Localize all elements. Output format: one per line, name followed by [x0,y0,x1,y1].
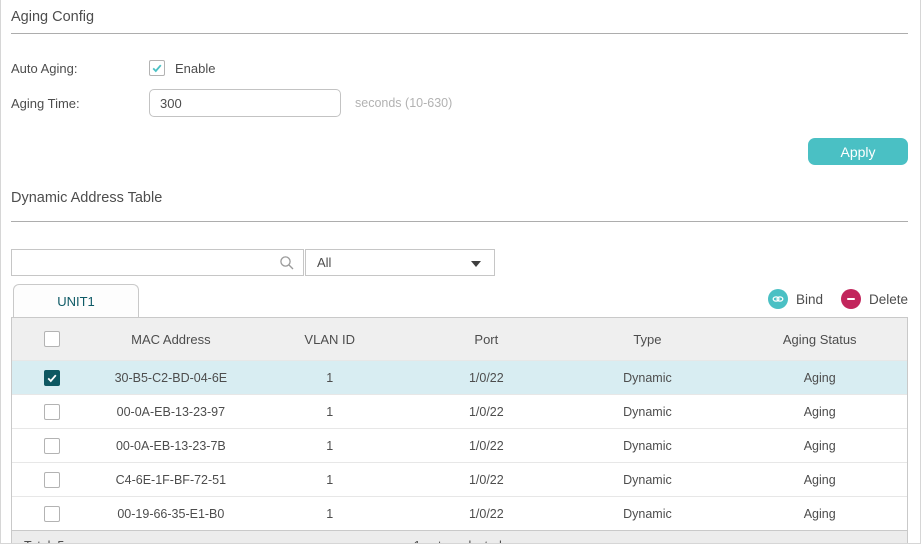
table-header-row: MAC Address VLAN ID Port Type Aging Stat… [12,318,907,360]
vlan-cell: 1 [249,439,410,453]
bind-label: Bind [796,292,823,307]
col-header-type: Type [562,332,732,347]
port-cell: 1/0/22 [410,439,562,453]
delete-label: Delete [869,292,908,307]
select-all-checkbox[interactable] [44,331,60,347]
tab-unit1[interactable]: UNIT1 [13,284,139,317]
vlan-cell: 1 [249,405,410,419]
aging-time-input[interactable] [149,89,341,117]
row-checkbox[interactable] [44,472,60,488]
aging-cell: Aging [732,507,907,521]
type-cell: Dynamic [562,507,732,521]
row-checkbox[interactable] [44,404,60,420]
row-checkbox[interactable] [44,370,60,386]
auto-aging-row: Auto Aging: Enable [11,55,908,81]
aging-time-row: Aging Time: seconds (10-630) [11,90,908,116]
vlan-cell: 1 [249,371,410,385]
type-cell: Dynamic [562,371,732,385]
delete-minus-icon [841,289,861,309]
row-checkbox[interactable] [44,438,60,454]
table-row[interactable]: 30-B5-C2-BD-04-6E 1 1/0/22 Dynamic Aging [12,360,907,394]
aging-cell: Aging [732,473,907,487]
check-icon [151,62,163,74]
table-row[interactable]: 00-0A-EB-13-23-97 1 1/0/22 Dynamic Aging [12,394,907,428]
dynamic-address-table: MAC Address VLAN ID Port Type Aging Stat… [11,317,908,544]
section-divider [11,221,908,222]
mac-cell: 00-0A-EB-13-23-97 [93,405,250,419]
bind-link-icon [768,289,788,309]
col-header-mac: MAC Address [93,332,250,347]
filter-dropdown[interactable]: All [305,249,495,276]
aging-config-title: Aging Config [11,0,908,25]
dynamic-table-title: Dynamic Address Table [11,181,908,206]
bind-button[interactable]: Bind [768,289,823,309]
aging-time-label: Aging Time: [11,96,149,111]
auto-aging-checkbox[interactable] [149,60,165,76]
delete-button[interactable]: Delete [841,289,908,309]
table-footer: 1 entry selected. Total: 5 [12,530,907,544]
auto-aging-label: Auto Aging: [11,61,149,76]
mac-cell: 00-0A-EB-13-23-7B [93,439,250,453]
search-icon[interactable] [279,255,295,274]
col-header-vlan: VLAN ID [249,332,410,347]
type-cell: Dynamic [562,473,732,487]
table-row[interactable]: C4-6E-1F-BF-72-51 1 1/0/22 Dynamic Aging [12,462,907,496]
page-panel: Aging Config Auto Aging: Enable Aging Ti… [0,0,921,544]
port-cell: 1/0/22 [410,507,562,521]
aging-cell: Aging [732,371,907,385]
vlan-cell: 1 [249,507,410,521]
col-header-aging: Aging Status [732,332,907,347]
type-cell: Dynamic [562,439,732,453]
aging-time-hint: seconds (10-630) [355,96,452,110]
mac-cell: 30-B5-C2-BD-04-6E [93,371,250,385]
col-header-port: Port [410,332,562,347]
table-row[interactable]: 00-19-66-35-E1-B0 1 1/0/22 Dynamic Aging [12,496,907,530]
search-box [11,249,304,276]
type-cell: Dynamic [562,405,732,419]
port-cell: 1/0/22 [410,405,562,419]
section-divider [11,33,908,34]
filter-selected-value: All [317,255,331,270]
mac-cell: 00-19-66-35-E1-B0 [93,507,250,521]
mac-cell: C4-6E-1F-BF-72-51 [93,473,250,487]
table-row[interactable]: 00-0A-EB-13-23-7B 1 1/0/22 Dynamic Aging [12,428,907,462]
port-cell: 1/0/22 [410,371,562,385]
aging-cell: Aging [732,439,907,453]
dropdown-arrow-icon [471,261,481,267]
apply-button[interactable]: Apply [808,138,908,165]
enable-label: Enable [175,61,215,76]
selection-status: 1 entry selected. [12,539,907,544]
port-cell: 1/0/22 [410,473,562,487]
search-input[interactable] [12,250,303,275]
row-checkbox[interactable] [44,506,60,522]
aging-cell: Aging [732,405,907,419]
vlan-cell: 1 [249,473,410,487]
